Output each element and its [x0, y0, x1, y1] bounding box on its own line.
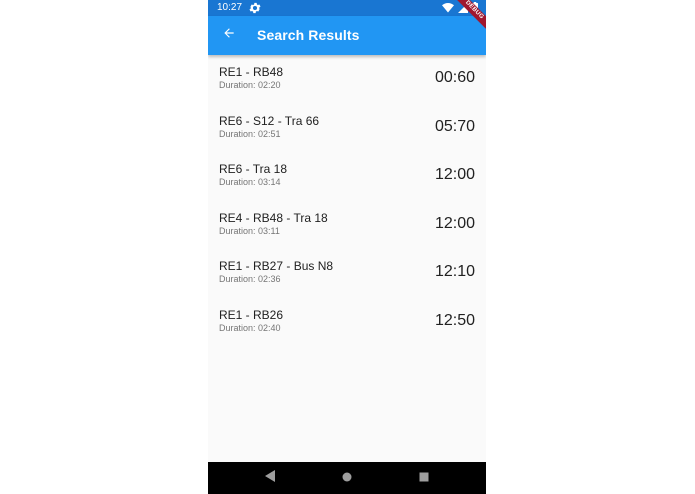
duration-label: Duration: 02:20: [219, 80, 281, 90]
duration-label: Duration: 02:36: [219, 274, 281, 285]
arrow-back-icon: [222, 26, 236, 45]
duration-label: Duration: 02:40: [219, 322, 281, 333]
departure-time: 12:00: [434, 166, 475, 184]
page-title: Search Results: [257, 27, 360, 43]
recents-square-icon: [419, 469, 429, 487]
route-label: RE1 - RB48: [219, 65, 284, 79]
phone-screen: 10:27 Search Results DEBUG RE1 - RB48 Du…: [208, 0, 486, 494]
list-item[interactable]: RE1 - RB27 - Bus N8 Duration: 02:36 12:1…: [208, 249, 486, 298]
results-list: RE1 - RB48 Duration: 02:20 00:60 RE6 - S…: [208, 55, 486, 347]
route-label: RE6 - Tra 18: [219, 162, 288, 177]
app-bar: Search Results: [208, 16, 486, 55]
departure-time: 12:00: [434, 214, 475, 232]
wifi-icon: [442, 2, 454, 16]
departure-time: 05:70: [434, 117, 475, 135]
back-button[interactable]: [218, 24, 240, 46]
route-label: RE4 - RB48 - Tra 18: [219, 210, 328, 225]
list-item[interactable]: RE4 - RB48 - Tra 18 Duration: 03:11 12:0…: [208, 201, 486, 250]
list-item[interactable]: RE1 - RB26 Duration: 02:40 12:50: [208, 298, 486, 347]
duration-label: Duration: 03:14: [219, 177, 281, 188]
back-triangle-icon: [264, 469, 276, 487]
departure-time: 12:50: [434, 311, 475, 329]
list-item[interactable]: RE6 - Tra 18 Duration: 03:14 12:00: [208, 152, 486, 201]
duration-label: Duration: 02:51: [219, 128, 281, 139]
nav-back-button[interactable]: [262, 470, 278, 486]
list-item[interactable]: RE1 - RB48 Duration: 02:20 00:60: [208, 55, 486, 104]
nav-home-button[interactable]: [339, 470, 355, 486]
settings-icon: [248, 1, 262, 15]
status-time: 10:27: [217, 2, 243, 13]
departure-time: 00:60: [434, 69, 475, 86]
system-nav-bar: [208, 462, 486, 494]
nav-recents-button[interactable]: [416, 470, 432, 486]
status-bar: 10:27: [208, 0, 486, 16]
list-item[interactable]: RE6 - S12 - Tra 66 Duration: 02:51 05:70: [208, 104, 486, 153]
home-circle-icon: [342, 469, 352, 487]
route-label: RE1 - RB26: [219, 307, 284, 322]
route-label: RE1 - RB27 - Bus N8: [219, 259, 334, 274]
duration-label: Duration: 03:11: [219, 225, 280, 236]
departure-time: 12:10: [434, 263, 475, 281]
route-label: RE6 - S12 - Tra 66: [219, 113, 320, 128]
